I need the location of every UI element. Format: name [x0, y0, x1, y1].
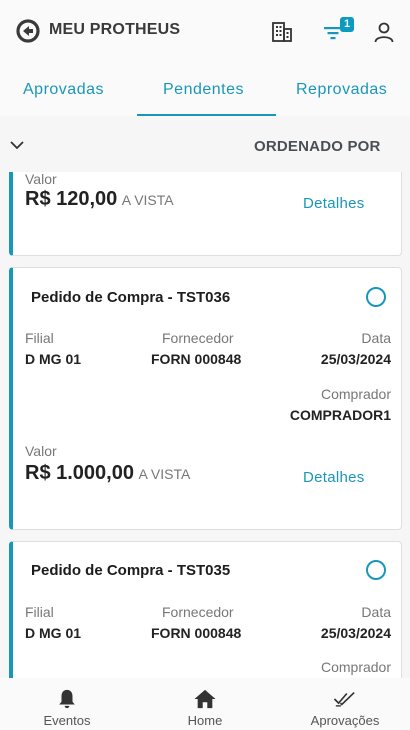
order-card[interactable]: Pedido de Compra - TST035 Filial D MG 01…	[9, 541, 402, 678]
tab-aprovadas[interactable]: Aprovadas	[23, 81, 104, 99]
details-link[interactable]: Detalhes	[303, 195, 365, 212]
order-amount: R$ 1.000,00	[25, 462, 134, 484]
fornecedor-label: Fornecedor	[162, 330, 234, 346]
home-icon	[194, 689, 216, 709]
sort-button[interactable]: ORDENADO POR	[254, 138, 381, 155]
app-header: MEU PROTHEUS 1	[0, 0, 410, 62]
app-title: MEU PROTHEUS	[49, 21, 181, 38]
nav-eventos[interactable]: Eventos	[22, 678, 112, 730]
protheus-logo-icon	[16, 19, 40, 43]
chevron-down-icon[interactable]	[10, 140, 24, 150]
filial-value: D MG 01	[25, 625, 82, 641]
order-title: Pedido de Compra - TST036	[31, 289, 231, 306]
bell-icon	[59, 689, 75, 709]
nav-label: Eventos	[43, 713, 91, 728]
value-label: Valor	[25, 443, 57, 459]
data-label: Data	[361, 604, 391, 620]
building-icon[interactable]	[270, 20, 294, 44]
value-label: Valor	[25, 172, 57, 187]
order-title: Pedido de Compra - TST035	[31, 562, 231, 579]
comprador-value: COMPRADOR1	[289, 407, 391, 423]
fornecedor-label: Fornecedor	[162, 604, 234, 620]
data-label: Data	[361, 330, 391, 346]
nav-label: Home	[187, 713, 223, 728]
tab-reprovadas[interactable]: Reprovadas	[296, 81, 387, 99]
value-row: R$ 120,00 A VISTA	[25, 188, 174, 211]
fornecedor-value: FORN 000848	[151, 625, 242, 641]
data-value: 25/03/2024	[320, 351, 391, 367]
order-card[interactable]: Pedido de Compra - TST036 Filial D MG 01…	[9, 267, 402, 530]
value-row: R$ 1.000,00 A VISTA	[25, 462, 190, 485]
tab-pendentes[interactable]: Pendentes	[163, 81, 244, 99]
filter-count-badge: 1	[340, 17, 354, 32]
nav-aprovacoes[interactable]: Aprovações	[300, 678, 390, 730]
nav-label: Aprovações	[310, 713, 380, 728]
filial-value: D MG 01	[25, 351, 82, 367]
select-radio[interactable]	[366, 287, 386, 307]
user-icon[interactable]	[372, 20, 396, 44]
bottom-navigation: Eventos Home Aprovações	[0, 678, 410, 730]
select-radio[interactable]	[366, 560, 386, 580]
payment-term: A VISTA	[121, 192, 174, 208]
order-card[interactable]: Valor R$ 120,00 A VISTA Detalhes	[9, 172, 402, 256]
details-link[interactable]: Detalhes	[303, 469, 365, 486]
double-check-icon	[333, 691, 355, 707]
nav-home[interactable]: Home	[160, 678, 250, 730]
payment-term: A VISTA	[138, 466, 191, 482]
fornecedor-value: FORN 000848	[151, 351, 242, 367]
comprador-label: Comprador	[320, 386, 391, 402]
status-tabs: Aprovadas Pendentes Reprovadas	[0, 62, 410, 116]
data-value: 25/03/2024	[320, 625, 391, 641]
order-list: Valor R$ 120,00 A VISTA Detalhes Pedido …	[0, 172, 410, 678]
order-amount: R$ 120,00	[25, 188, 118, 210]
filial-label: Filial	[25, 604, 54, 620]
comprador-label: Comprador	[320, 659, 391, 675]
sort-bar: ORDENADO POR	[0, 116, 410, 172]
filial-label: Filial	[25, 330, 54, 346]
